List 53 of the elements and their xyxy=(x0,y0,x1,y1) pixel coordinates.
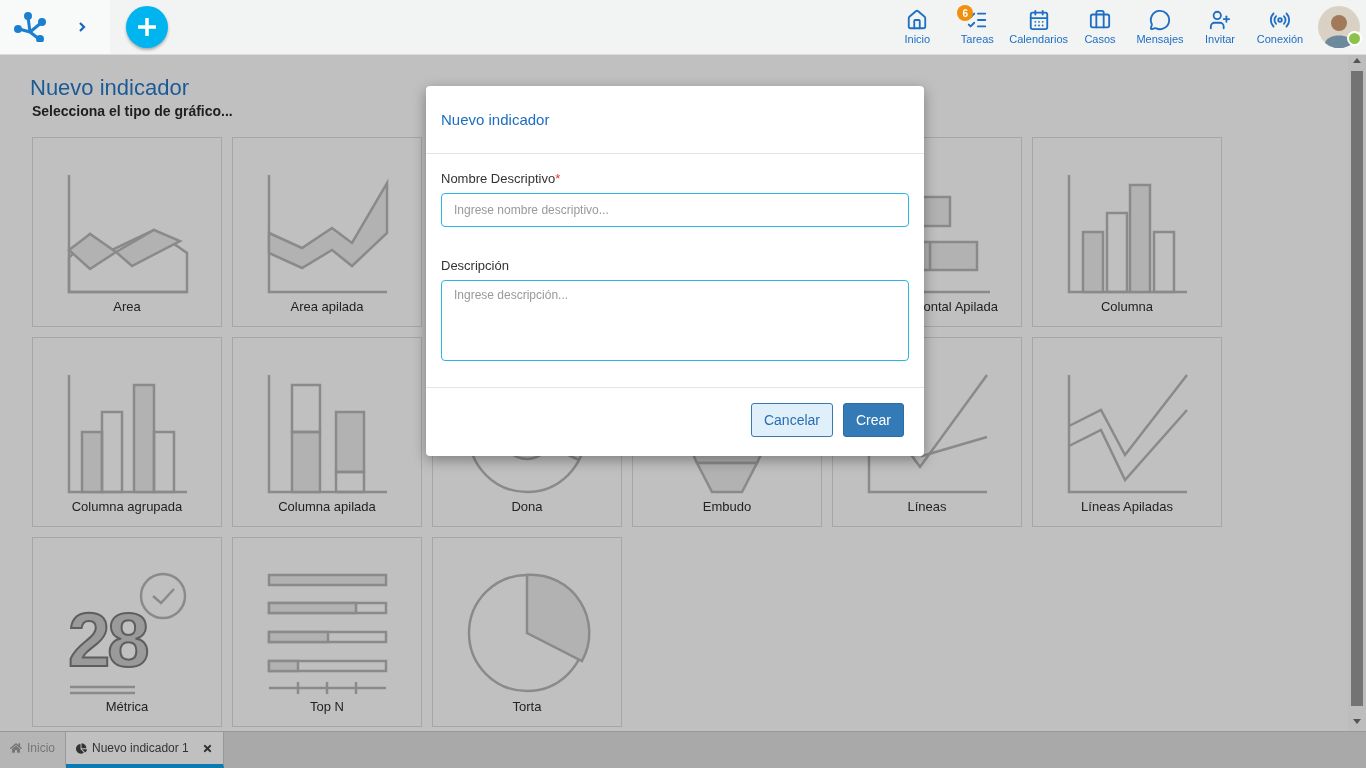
chart-type-card[interactable]: Top N xyxy=(232,537,422,727)
speech-bubble-icon xyxy=(1149,9,1171,31)
chart-type-label: Líneas Apiladas xyxy=(1081,499,1173,514)
field-label: Nombre Descriptivo* xyxy=(441,171,562,186)
avatar xyxy=(1318,6,1360,48)
chart-type-card[interactable]: Columna agrupada xyxy=(32,337,222,527)
chart-type-label: Dona xyxy=(511,499,543,514)
count-badge: 6 xyxy=(957,5,974,21)
chart-type-label: Líneas xyxy=(907,499,947,514)
chart-type-label: ontal Apilada xyxy=(923,299,999,314)
chart-type-label: Métrica xyxy=(105,699,149,714)
chart-type-label: Embudo xyxy=(702,499,752,514)
chart-type-label: Columna apilada xyxy=(278,499,376,514)
chart-type-card[interactable]: Area apilada xyxy=(232,137,422,327)
chart-type-card[interactable]: 28 Métrica xyxy=(32,537,222,727)
pie-chart-icon xyxy=(76,742,87,754)
name-field[interactable]: Ingrese nombre descriptivo... xyxy=(441,193,909,227)
nav-item[interactable]: Casos xyxy=(1070,9,1130,45)
chart-type-card[interactable]: Columna apilada xyxy=(232,337,422,527)
dialog-title: Nuevo indicador xyxy=(441,111,550,128)
nav-item[interactable]: Mensajes xyxy=(1130,9,1190,45)
underline-icon xyxy=(68,685,137,695)
home-icon xyxy=(10,742,22,754)
chart-type-label: Columna agrupada xyxy=(71,499,183,514)
add-user-icon xyxy=(1209,9,1231,31)
close-icon[interactable] xyxy=(201,742,213,754)
chart-type-label: Torta xyxy=(512,699,542,714)
chart-type-card[interactable]: Area xyxy=(32,137,222,327)
nav-item[interactable]: Calendarios xyxy=(1007,9,1070,45)
field-label: Descripción xyxy=(441,258,510,273)
chart-type-card[interactable]: Columna xyxy=(1032,137,1222,327)
home-icon xyxy=(906,9,929,31)
create-button[interactable]: Crear xyxy=(843,403,904,437)
chevron-right-icon xyxy=(78,21,86,33)
cancel-button[interactable]: Cancelar xyxy=(750,403,833,437)
nav-item[interactable]: Invitar xyxy=(1190,9,1250,45)
nav-item[interactable]: Conexión xyxy=(1250,9,1310,45)
chart-type-card[interactable]: Torta xyxy=(432,537,622,727)
briefcase-icon xyxy=(1089,9,1111,31)
document-tab[interactable]: Nuevo indicador 1 xyxy=(66,732,224,768)
page-title: Nuevo indicador xyxy=(30,75,190,101)
logo-icon xyxy=(14,12,48,42)
metric-number: 28 xyxy=(68,597,147,682)
description-field[interactable]: Ingrese descripción... xyxy=(441,280,909,361)
chart-type-label: Columna xyxy=(1101,299,1153,314)
page-subtitle: Selecciona el tipo de gráfico... xyxy=(32,103,234,119)
nav-item[interactable]: Inicio xyxy=(887,9,948,45)
chart-type-label: Area apilada xyxy=(290,299,364,314)
chart-type-card[interactable]: Líneas Apiladas xyxy=(1032,337,1222,527)
calendar-icon xyxy=(1027,9,1050,31)
plus-icon xyxy=(137,17,157,37)
chart-type-label: Top N xyxy=(310,699,344,714)
chart-type-label: Area xyxy=(113,299,141,314)
